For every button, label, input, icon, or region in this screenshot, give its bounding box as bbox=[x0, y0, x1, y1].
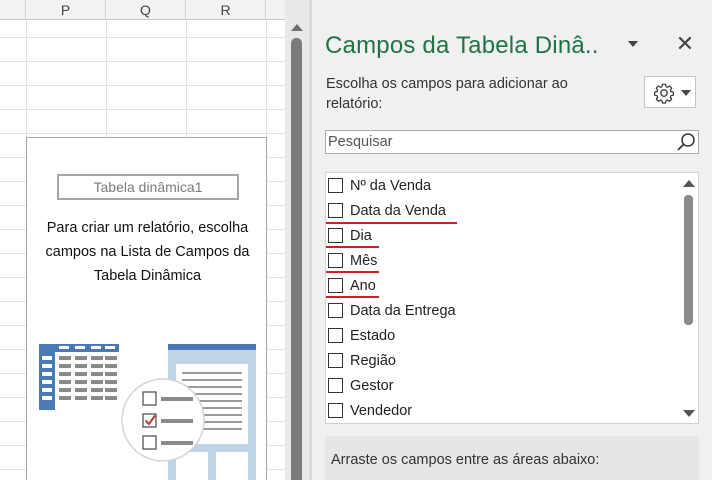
field-checkbox[interactable] bbox=[328, 328, 343, 343]
search-input[interactable] bbox=[328, 132, 668, 152]
field-checkbox[interactable] bbox=[328, 228, 343, 243]
search-box[interactable] bbox=[325, 130, 699, 154]
pivot-instruction-line: campos na Lista de Campos da bbox=[45, 244, 250, 260]
drag-fields-label: Arraste os campos entre as áreas abaixo: bbox=[331, 452, 600, 468]
field-label: Data da Entrega bbox=[350, 303, 456, 319]
sheet-scroll-thumb[interactable] bbox=[291, 38, 302, 480]
column-header-q[interactable]: Q bbox=[106, 0, 186, 20]
field-checkbox[interactable] bbox=[328, 278, 343, 293]
field-label: Estado bbox=[350, 328, 396, 344]
field-checkbox[interactable] bbox=[328, 403, 343, 418]
field-item-gestor[interactable]: Gestor bbox=[326, 374, 676, 399]
field-item-data-entrega[interactable]: Data da Entrega bbox=[326, 299, 676, 324]
field-label: Ano bbox=[350, 278, 376, 294]
search-icon[interactable] bbox=[676, 132, 696, 152]
field-label: Dia bbox=[350, 228, 372, 244]
scroll-up-arrow-icon[interactable] bbox=[683, 180, 695, 187]
column-header-r[interactable]: R bbox=[186, 0, 266, 20]
field-checkbox[interactable] bbox=[328, 178, 343, 193]
field-list-scrollbar[interactable] bbox=[679, 174, 698, 422]
chevron-down-icon[interactable] bbox=[628, 41, 638, 47]
field-list-settings-button[interactable] bbox=[644, 76, 696, 108]
annotation-underline bbox=[326, 296, 379, 298]
pivot-table-name: Tabela dinâmica1 bbox=[57, 174, 239, 200]
sheet-vertical-scrollbar[interactable] bbox=[285, 20, 309, 480]
pane-title: Campos da Tabela Dinâ.. bbox=[325, 32, 599, 59]
field-label: Gestor bbox=[350, 378, 394, 394]
field-label: Nº da Venda bbox=[350, 178, 432, 194]
column-header-partial[interactable] bbox=[0, 0, 26, 20]
field-item-estado[interactable]: Estado bbox=[326, 324, 676, 349]
field-list[interactable]: Nº da Venda Data da Venda Dia Mês Ano Da… bbox=[325, 172, 699, 424]
chevron-down-icon bbox=[681, 90, 691, 96]
field-item-numero-venda[interactable]: Nº da Venda bbox=[326, 174, 676, 199]
close-icon[interactable]: ✕ bbox=[674, 33, 696, 55]
field-label: Mês bbox=[350, 253, 378, 269]
pivot-instruction-line: Tabela Dinâmica bbox=[93, 268, 202, 284]
pivot-table-illustration bbox=[39, 344, 256, 480]
column-header-row: P Q R bbox=[0, 0, 285, 20]
field-label: Região bbox=[350, 353, 396, 369]
spreadsheet-area[interactable]: P Q R Tabela dinâmica1 Para criar um rel… bbox=[0, 0, 285, 480]
annotation-underline bbox=[326, 271, 379, 273]
pivot-areas-section: Arraste os campos entre as áreas abaixo: bbox=[325, 436, 699, 480]
choose-fields-label: Escolha os campos para adicionar ao rela… bbox=[326, 76, 568, 112]
field-checkbox[interactable] bbox=[328, 353, 343, 368]
scroll-down-arrow-icon[interactable] bbox=[683, 410, 695, 417]
field-item-data-venda[interactable]: Data da Venda bbox=[326, 199, 676, 224]
field-checkbox[interactable] bbox=[328, 253, 343, 268]
field-checkbox[interactable] bbox=[328, 303, 343, 318]
pivot-instruction-line: Para criar um relatório, escolha bbox=[46, 220, 249, 236]
pivot-field-list-pane: Campos da Tabela Dinâ.. ✕ Escolha os cam… bbox=[312, 0, 712, 480]
field-checkbox[interactable] bbox=[328, 378, 343, 393]
sheet-scroll-up-arrow-icon[interactable] bbox=[291, 24, 303, 31]
annotation-underline bbox=[326, 246, 379, 248]
gear-icon bbox=[654, 83, 674, 104]
pivot-table-placeholder[interactable]: Tabela dinâmica1 Para criar um relatório… bbox=[26, 137, 267, 480]
field-item-vendedor[interactable]: Vendedor bbox=[326, 399, 676, 423]
field-label: Data da Venda bbox=[350, 203, 446, 219]
column-header-p[interactable]: P bbox=[26, 0, 106, 20]
pivot-instructions: Para criar um relatório, escolha campos … bbox=[31, 216, 264, 288]
annotation-underline bbox=[326, 222, 457, 224]
table-grid-icon bbox=[39, 344, 119, 410]
field-label: Vendedor bbox=[350, 403, 413, 419]
field-item-regiao[interactable]: Região bbox=[326, 349, 676, 374]
scrollbar-corner bbox=[285, 0, 309, 20]
scroll-thumb[interactable] bbox=[684, 195, 693, 325]
field-checkbox[interactable] bbox=[328, 203, 343, 218]
checklist-icon bbox=[121, 378, 205, 462]
